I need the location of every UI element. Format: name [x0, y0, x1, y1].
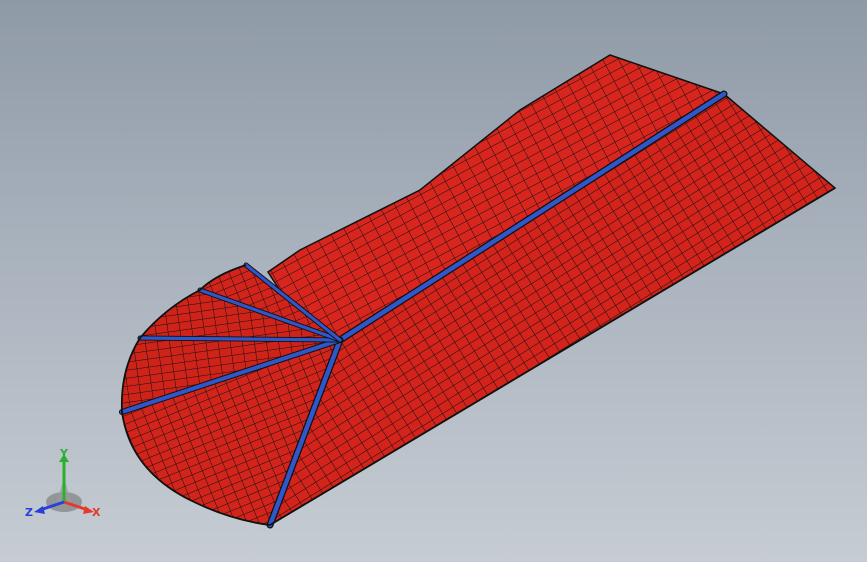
x-axis-label: X	[92, 506, 101, 519]
graphics-viewport[interactable]: Y X Z	[0, 0, 867, 562]
z-axis-arrow-icon	[34, 506, 45, 514]
z-axis-label: Z	[25, 506, 33, 519]
roof-model[interactable]	[0, 0, 867, 562]
y-axis-label: Y	[59, 448, 69, 460]
orientation-triad[interactable]: Y X Z	[22, 448, 102, 528]
